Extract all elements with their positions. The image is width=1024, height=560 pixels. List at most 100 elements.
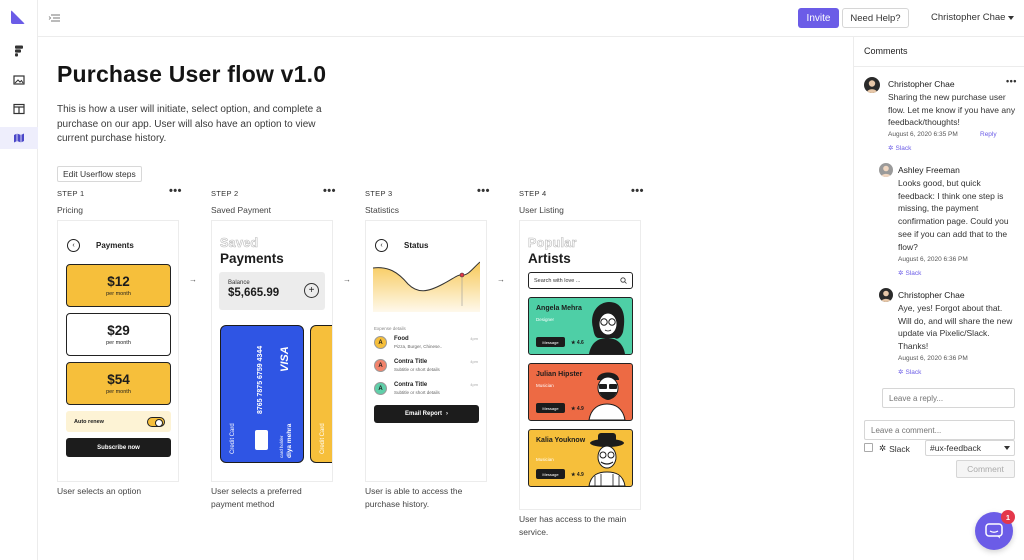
toggle-icon [147,416,165,427]
slack-checkbox[interactable] [864,443,873,452]
user-menu[interactable]: Christopher Chae [931,12,1015,23]
expense-title: Contra Title [394,359,428,365]
artist-role: Musician [536,457,554,462]
message-button-mock: Message [536,337,565,347]
artists-title: Artists [528,251,571,266]
pricing-screen-card[interactable]: ‹ Payments $12 per month $29 per month $… [57,220,179,482]
artist-portrait-illustration [588,433,626,486]
expense-avatar: A [374,336,387,349]
comment-body: Sharing the new purchase user flow. Let … [888,92,1016,128]
comments-panel: Comments Christopher Chae ••• Sharing th… [853,37,1024,560]
expense-title: Contra Title [394,382,428,388]
step-3: STEP 3 ••• Statistics ‹ Status Expense d… [365,185,490,509]
expense-subtitle: Pizza, Burger, Chinese.. [394,344,443,349]
comment-body: Aye, yes! Forgot about that. Will do, an… [898,303,1013,352]
card-number: 8765 7875 6759 4344 [257,345,264,414]
step-menu-button[interactable]: ••• [169,185,182,197]
step-label: STEP 2 [211,189,239,198]
comment-author: Ashley Freeman [898,165,960,175]
slack-icon: ✲ [888,145,894,152]
comment-menu-button[interactable]: ••• [1006,76,1017,86]
artist-card: Angela Mehra Designer Message ★ 4.6 [528,297,633,355]
rating-value: 4.9 [576,406,584,412]
expense-row: A Contra Title Subtitle or short details… [374,382,486,395]
email-report-label: Email Report [404,411,442,417]
plan-period: per month [106,340,131,346]
step-label: STEP 4 [519,189,547,198]
slack-icon: ✲ [898,369,904,376]
caret-down-icon [1008,15,1015,20]
card-holder-name: diya mehra [286,423,293,458]
page-title: Purchase User flow v1.0 [57,61,327,87]
expense-row: A Food Pizza, Burger, Chinese.. 4pm [374,336,486,349]
payments-title: Payments [220,251,284,266]
figma-icon[interactable] [0,40,38,62]
comments-header: Comments [854,37,1024,67]
expense-row: A Contra Title Subtitle or short details… [374,359,486,372]
avatar [879,288,893,302]
rating-value: 4.9 [576,472,584,478]
artist-portrait-illustration [589,302,625,354]
notification-badge: 1 [1001,510,1015,524]
map-icon[interactable] [0,127,38,149]
step-menu-button[interactable]: ••• [631,185,644,197]
page-description: This is how a user will initiate, select… [57,104,322,144]
app-logo-icon[interactable] [11,10,25,24]
need-help-button[interactable]: Need Help? [842,8,909,28]
back-icon: ‹ [67,238,80,252]
email-report-button-mock: Email Report › [374,405,479,423]
invite-button[interactable]: Invite [798,8,839,28]
collapse-sidebar-icon[interactable] [48,12,62,24]
expense-time: 4pm [470,336,478,341]
artist-rating: ★ 4.9 [571,406,584,412]
gallery-icon[interactable] [0,69,38,91]
pricing-screen-title: Payments [96,240,134,250]
step-caption: User is able to access the purchase hist… [365,486,463,509]
edit-userflow-button[interactable]: Edit Userflow steps [57,166,142,182]
caret-down-icon [1004,446,1010,450]
comment-body: Looks good, but quick feedback: I think … [898,178,1009,252]
comment-time: August 6, 2020 6:36 PM [898,355,968,362]
statistics-screen-card[interactable]: ‹ Status Expense details A Food Pizza, B… [365,220,487,482]
card-type: Credit Card [230,423,236,454]
plan-option: $12 per month [66,264,171,307]
balance-box: Balance $5,665.99 + [219,272,325,310]
search-icon [620,277,627,284]
slack-channel-select[interactable]: #ux-feedback [925,440,1015,456]
user-listing-screen-card[interactable]: Popular Artists Search with love ... Ang… [519,220,641,510]
comment-thread: Christopher Chae ••• Sharing the new pur… [864,76,1019,157]
reply-link[interactable]: Reply [980,131,997,138]
channel-value: #ux-feedback [930,443,982,453]
comment-input[interactable] [864,420,1015,440]
layout-icon[interactable] [0,98,38,120]
user-name: Christopher Chae [931,12,1006,23]
slack-source: ✲ Slack [898,368,921,377]
step-caption: User selects a preferred payment method [211,486,302,509]
status-chart [372,254,481,312]
step-menu-button[interactable]: ••• [477,185,490,197]
step-name: Pricing [57,205,83,215]
arrow-right-icon: → [497,275,505,284]
rating-value: 4.6 [576,340,584,346]
step-name: Statistics [365,205,400,215]
slack-icon: ✲ [879,443,887,453]
slack-source: ✲ Slack [898,269,921,278]
step-4: STEP 4 ••• User Listing Popular Artists … [519,185,644,537]
comment-author: Christopher Chae [898,290,965,300]
step-label: STEP 1 [57,189,85,198]
comment-author: Christopher Chae [888,79,955,89]
expense-subtitle: Subtitle or short details [394,390,440,395]
comment-button[interactable]: Comment [956,460,1015,478]
expense-avatar: A [374,359,387,372]
plan-price: $12 [107,274,130,289]
top-bar: Invite Need Help? Christopher Chae [38,0,1024,37]
slack-source-label: Slack [895,144,912,152]
comment-time: August 6, 2020 6:35 PM [888,131,958,138]
reply-input[interactable] [882,388,1015,408]
step-menu-button[interactable]: ••• [323,185,336,197]
chat-icon [985,523,1003,539]
comment-reply: Ashley Freeman Looks good, but quick fee… [879,163,1019,281]
artist-search-mock: Search with love ... [528,272,633,289]
plan-period: per month [106,291,131,297]
payment-screen-card[interactable]: Saved Payments Balance $5,665.99 + Credi… [211,220,333,482]
